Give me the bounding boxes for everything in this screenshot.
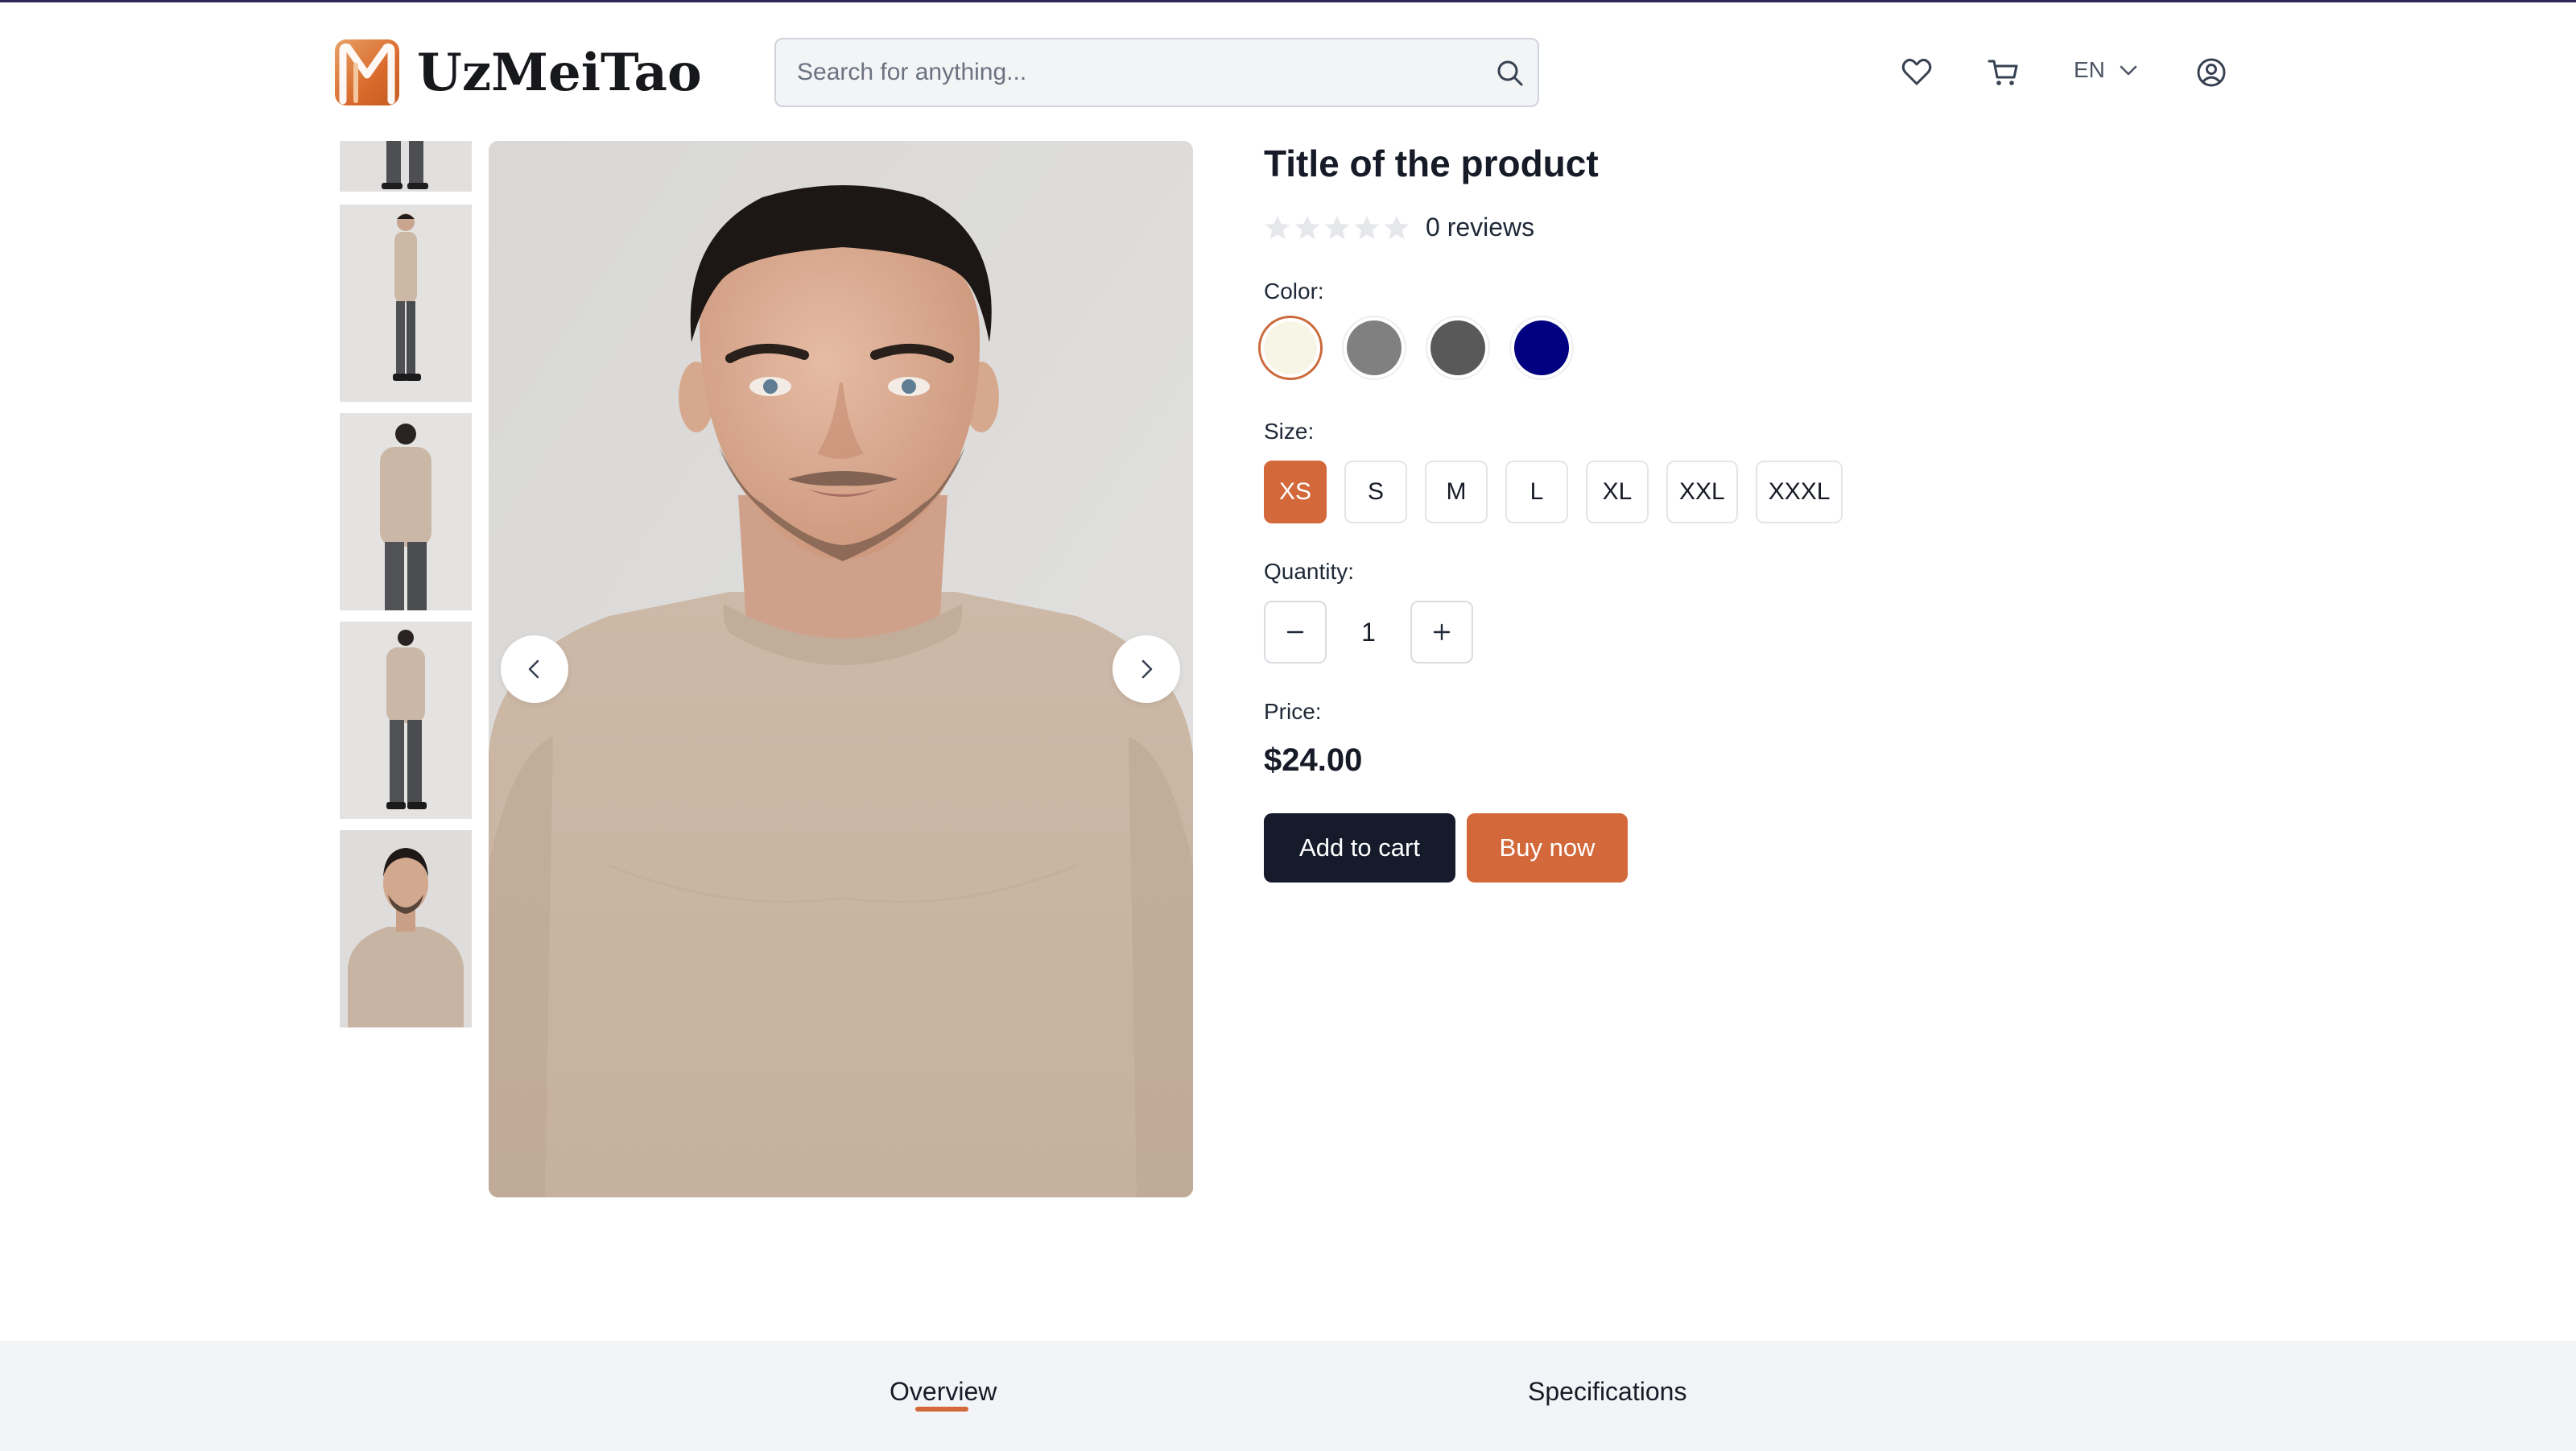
chevron-left-icon [528, 659, 539, 679]
search-box[interactable] [774, 38, 1539, 107]
minus-icon [1286, 630, 1304, 634]
color-options [1258, 316, 1593, 380]
star-icon [1265, 215, 1290, 239]
quantity-increase-button[interactable] [1410, 601, 1473, 663]
gallery-prev-button[interactable] [501, 635, 568, 703]
price-label: Price: [1264, 699, 1322, 724]
product-price: $24.00 [1264, 742, 1363, 778]
site-logo[interactable]: UzMeiTao [335, 39, 702, 105]
language-selector[interactable]: EN [2074, 57, 2139, 83]
user-icon[interactable] [2194, 56, 2228, 89]
search-icon[interactable] [1494, 57, 1526, 89]
thumbnail-3[interactable] [340, 413, 472, 610]
star-icon [1385, 215, 1409, 239]
thumbnail-2[interactable] [340, 205, 472, 402]
thumbnail-5[interactable] [340, 830, 472, 1027]
quantity-value[interactable]: 1 [1327, 618, 1410, 647]
reviews-count[interactable]: 0 reviews [1426, 213, 1534, 242]
color-swatch-navy[interactable] [1509, 316, 1574, 380]
size-option-s[interactable]: S [1344, 461, 1407, 523]
tab-specifications[interactable]: Specifications [1528, 1377, 1686, 1407]
star-icon [1325, 215, 1349, 239]
size-option-l[interactable]: L [1505, 461, 1568, 523]
size-options: XS S M L XL XXL XXXL [1264, 461, 1860, 523]
language-label: EN [2074, 57, 2105, 82]
product-tabs-bar [0, 1341, 2576, 1451]
size-option-xs[interactable]: XS [1264, 461, 1327, 523]
color-swatch-gray[interactable] [1342, 316, 1406, 380]
chevron-down-icon [2120, 65, 2137, 76]
quantity-stepper: 1 [1264, 601, 1473, 663]
rating-row[interactable]: 0 reviews [1264, 213, 1534, 242]
size-option-xxl[interactable]: XXL [1666, 461, 1738, 523]
buy-now-button[interactable]: Buy now [1467, 813, 1628, 883]
tab-overview[interactable]: Overview [890, 1377, 997, 1407]
color-swatch-cream[interactable] [1258, 316, 1323, 380]
search-input[interactable] [797, 39, 1489, 105]
color-label: Color: [1264, 279, 1324, 304]
quantity-label: Quantity: [1264, 559, 1355, 584]
site-header: UzMeiTao EN [0, 2, 2576, 139]
quantity-decrease-button[interactable] [1264, 601, 1327, 663]
logo-text: UzMeiTao [417, 42, 702, 103]
gallery-next-button[interactable] [1113, 635, 1180, 703]
product-title: Title of the product [1264, 143, 1599, 184]
color-swatch-dark-gray[interactable] [1426, 316, 1490, 380]
add-to-cart-button[interactable]: Add to cart [1264, 813, 1455, 883]
heart-icon[interactable] [1900, 56, 1934, 89]
size-label: Size: [1264, 419, 1315, 444]
size-option-xl[interactable]: XL [1586, 461, 1649, 523]
size-option-m[interactable]: M [1425, 461, 1488, 523]
logo-mark-icon [335, 39, 399, 105]
plus-icon [1433, 623, 1451, 641]
thumbnail-1[interactable] [340, 141, 472, 192]
star-icon [1295, 215, 1319, 239]
main-product-image [489, 141, 1193, 1197]
active-tab-indicator [915, 1407, 968, 1412]
cart-icon[interactable] [1987, 56, 2021, 89]
thumbnail-4[interactable] [340, 622, 472, 819]
star-icon [1355, 215, 1379, 239]
size-option-xxxl[interactable]: XXXL [1755, 461, 1843, 523]
chevron-right-icon [1141, 659, 1153, 679]
